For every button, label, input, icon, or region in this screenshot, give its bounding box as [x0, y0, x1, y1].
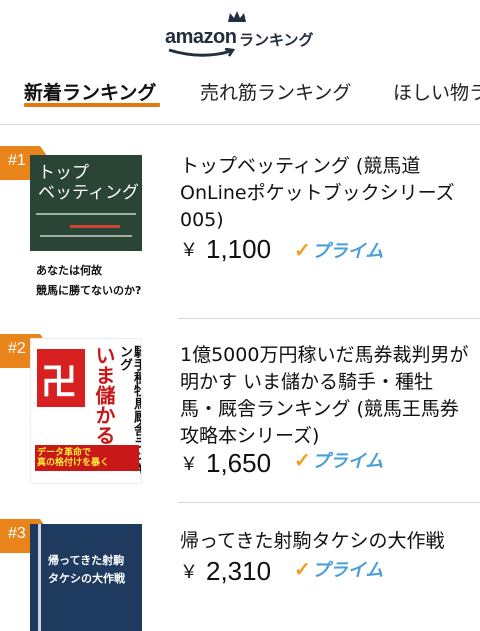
book-cover[interactable]: 帰ってきた射駒 タケシの大作戦	[30, 524, 142, 631]
tab-bestseller-ranking[interactable]: 売れ筋ランキング	[200, 78, 351, 105]
cover-strip: データ革命で 真の格付けを暴く	[35, 445, 139, 471]
book-cover[interactable]: トップ ベッティング あなたは何故 競馬に勝てないのか?	[30, 155, 142, 305]
ranking-tabs: 新着ランキング 売れ筋ランキング ほしい物ランキング	[0, 68, 480, 114]
divider	[178, 502, 480, 503]
smile-arrow-icon	[168, 48, 236, 57]
product-price: ￥ 2,310	[180, 556, 272, 586]
prime-badge: ✓プライム	[294, 559, 384, 581]
product-title[interactable]: トップベッティング (競馬道OnLineポケットブックシリーズ005)	[180, 153, 470, 234]
crown-icon	[228, 11, 246, 22]
cover-title-line: タケシの大作戦	[48, 572, 125, 585]
divider	[0, 124, 480, 125]
check-icon: ✓	[294, 450, 311, 472]
cover-title-line: トップ	[38, 163, 89, 183]
prime-badge: ✓プライム	[294, 240, 384, 262]
cover-subtitle-line: あなたは何故	[36, 264, 102, 277]
product-price: ￥ 1,650	[180, 448, 272, 478]
prime-badge: ✓プライム	[294, 450, 384, 472]
logo-subtitle: ランキング	[239, 31, 314, 49]
cover-title-line: 帰ってきた射駒	[48, 554, 125, 567]
amazon-ranking-logo[interactable]: amazon ランキング	[165, 10, 325, 58]
divider	[178, 318, 480, 319]
product-price: ￥ 1,100	[180, 234, 272, 264]
header: amazon ランキング	[0, 0, 480, 62]
cover-title-line: ベッティング	[38, 183, 139, 203]
tab-new-ranking[interactable]: 新着ランキング	[24, 78, 156, 105]
check-icon: ✓	[294, 559, 311, 581]
logo-text: amazon	[165, 26, 237, 48]
tab-wishlist-ranking[interactable]: ほしい物ランキング	[393, 78, 480, 105]
active-tab-underline	[24, 103, 160, 107]
product-title[interactable]: 1億5000万円稼いだ馬券裁判男が明かす いま儲かる騎手・種牡馬・厩舎ランキング…	[180, 342, 470, 450]
cover-title: いま儲かる	[92, 345, 116, 445]
cover-symbol: 卍	[41, 362, 78, 403]
product-title[interactable]: 帰ってきた射駒タケシの大作戦	[180, 528, 470, 555]
book-cover[interactable]: 卍 いま儲かる 騎手種牡馬厩舎ランキング データ革命で 真の格付けを暴く	[30, 338, 142, 484]
check-icon: ✓	[294, 240, 311, 262]
cover-subtitle-line: 競馬に勝てないのか?	[36, 284, 142, 297]
